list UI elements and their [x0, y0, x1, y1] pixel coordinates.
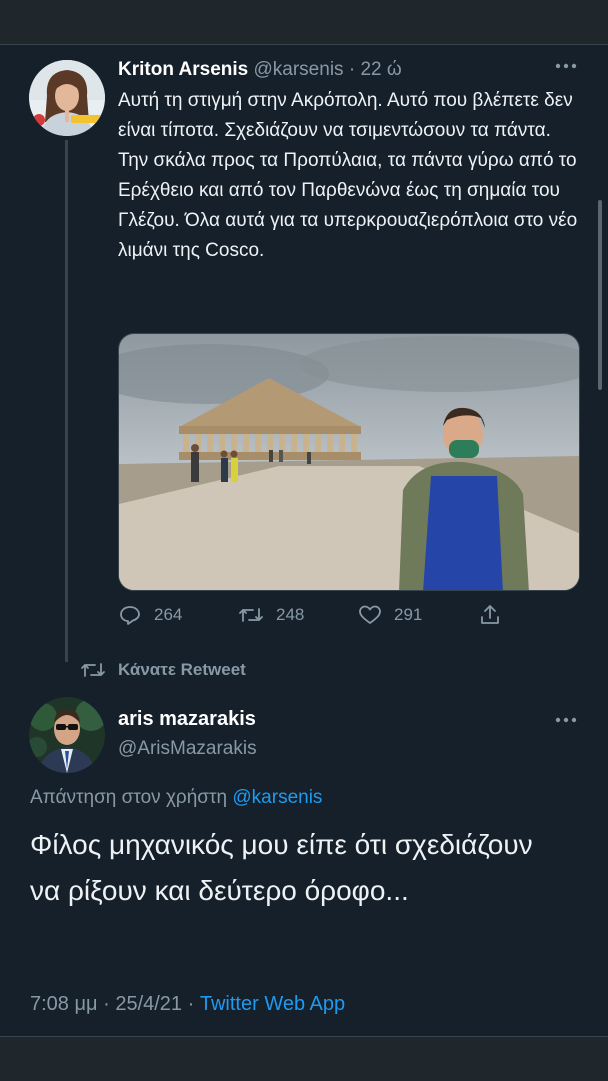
retweet-notice: Κάνατε Retweet: [80, 658, 246, 682]
author-handle[interactable]: @karsenis: [254, 59, 344, 80]
more-options-icon[interactable]: [554, 56, 578, 82]
author-name[interactable]: Kriton Arsenis: [118, 59, 248, 80]
retweet-notice-label: Κάνατε Retweet: [118, 660, 246, 679]
reply-to-handle[interactable]: @karsenis: [232, 787, 322, 808]
retweet-count: 248: [276, 605, 305, 624]
reply-icon: [120, 606, 140, 625]
reply-source[interactable]: Twitter Web App: [200, 993, 345, 1015]
retweet-action[interactable]: 248: [238, 603, 304, 627]
tweet-photo[interactable]: [118, 333, 580, 591]
like-action[interactable]: 291: [358, 603, 422, 627]
share-icon: [481, 605, 499, 624]
reply-context: Απάντηση στον χρήστη @karsenis: [30, 787, 322, 809]
meta-separator: ·: [187, 993, 195, 1015]
reply-meta: 7:08 μμ · 25/4/21 · Twitter Web App: [30, 993, 345, 1016]
more-options-icon[interactable]: [554, 710, 578, 736]
share-action[interactable]: [478, 603, 502, 627]
reply-text: Φίλος μηχανικός μου είπε ότι σχεδιάζουν …: [30, 829, 533, 906]
tweet-actions: 264 248 291: [118, 603, 518, 631]
bottom-bar: [0, 1036, 608, 1081]
reply-author-handle[interactable]: @ArisMazarakis: [118, 738, 257, 760]
meta-separator: ·: [103, 993, 110, 1015]
heart-icon: [359, 605, 381, 624]
top-bar: [0, 0, 608, 45]
retweet-icon: [239, 608, 263, 622]
reply-prefix: Απάντηση στον χρήστη: [30, 787, 228, 808]
thread-line: [65, 140, 68, 662]
scrollbar[interactable]: [598, 200, 602, 390]
avatar-aris-mazarakis[interactable]: [29, 697, 105, 773]
avatar-kriton-arsenis[interactable]: [29, 60, 105, 136]
reply-date[interactable]: 25/4/21: [115, 993, 182, 1015]
tweet-text: Αυτή τη στιγμή στην Ακρόπολη. Αυτό που β…: [118, 90, 578, 261]
reply-time[interactable]: 7:08 μμ: [30, 993, 98, 1015]
retweet-icon: [81, 663, 105, 677]
header-separator: ·: [348, 59, 356, 80]
reply-author-name[interactable]: aris mazarakis: [118, 708, 256, 731]
reply-action[interactable]: 264: [118, 603, 182, 627]
tweet-header: Kriton Arsenis @karsenis · 22 ώ: [118, 59, 402, 81]
tweet-time[interactable]: 22 ώ: [360, 59, 401, 80]
like-count: 291: [394, 605, 423, 624]
reply-count: 264: [154, 605, 183, 624]
